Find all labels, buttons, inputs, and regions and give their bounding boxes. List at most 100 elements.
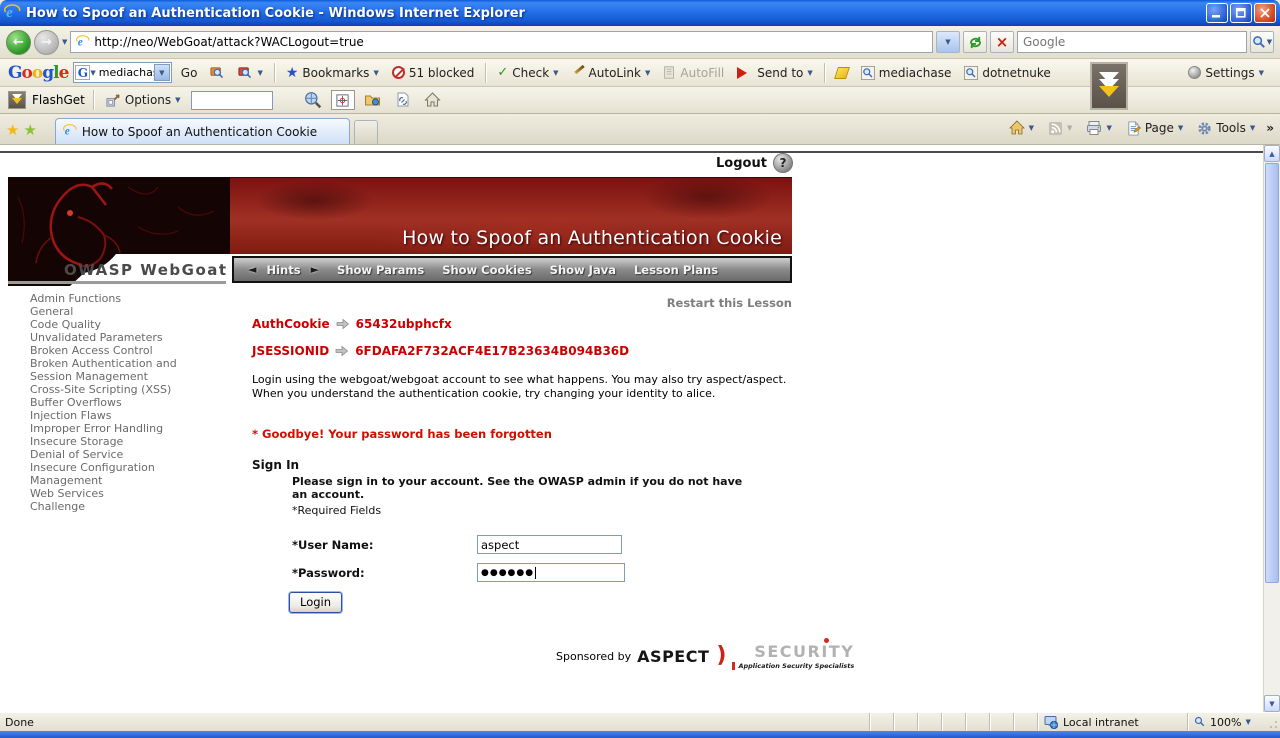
flashget-monitor-button[interactable]	[331, 90, 355, 110]
search-options-dropdown[interactable]: ▼	[1267, 38, 1272, 46]
menu-hints[interactable]: Hints	[266, 263, 300, 277]
search-web-button[interactable]	[206, 63, 229, 82]
sidebar-item-broken-access-control[interactable]: Broken Access Control	[30, 344, 200, 357]
feeds-button[interactable]: ▼	[1045, 119, 1075, 138]
flashget-home-button[interactable]	[421, 90, 445, 110]
sidebar-item-xss[interactable]: Cross-Site Scripting (XSS)	[30, 383, 200, 396]
history-dropdown[interactable]: ▼	[62, 38, 67, 46]
forward-arrow-icon: →	[41, 35, 52, 50]
highlight-button[interactable]	[832, 65, 852, 81]
vertical-scrollbar[interactable]: ▲ ▼	[1263, 145, 1280, 712]
sidebar-item-broken-authentication[interactable]: Broken Authentication and Session Manage…	[30, 357, 200, 383]
sidebar-item-improper-error-handling[interactable]: Improper Error Handling	[30, 422, 200, 435]
username-input[interactable]	[477, 535, 622, 554]
lesson-feedback-message: * Goodbye! Your password has been forgot…	[252, 427, 552, 441]
stop-button[interactable]: ×	[990, 31, 1014, 53]
minimize-button[interactable]	[1206, 3, 1228, 23]
autolink-label: AutoLink	[589, 66, 641, 80]
search-input[interactable]	[1023, 35, 1241, 49]
flashget-input[interactable]	[191, 91, 273, 110]
combo-arrow[interactable]: ▼	[154, 64, 170, 81]
scrollbar-track[interactable]	[1264, 584, 1280, 695]
chevron-down-icon: ▼	[1067, 124, 1072, 132]
sidebar-item-insecure-storage[interactable]: Insecure Storage	[30, 435, 200, 448]
close-button[interactable]	[1254, 3, 1276, 23]
menu-show-cookies[interactable]: Show Cookies	[442, 263, 531, 277]
zoom-control[interactable]: 100% ▼	[1187, 713, 1267, 731]
flashget-icon[interactable]	[8, 91, 26, 109]
arrow-right-icon	[336, 318, 350, 330]
menu-lesson-plans[interactable]: Lesson Plans	[634, 263, 718, 277]
sidebar-item-insecure-configuration[interactable]: Insecure Configuration Management	[30, 461, 200, 487]
google-search-combo[interactable]: G ▼ mediachase ▼	[73, 62, 171, 83]
maximize-button[interactable]	[1230, 3, 1252, 23]
logout-button[interactable]: Logout	[716, 156, 767, 171]
chevron-down-icon: ▼	[1106, 124, 1111, 132]
autolink-button[interactable]: AutoLink▼	[568, 64, 655, 82]
sidebar-item-code-quality[interactable]: Code Quality	[30, 318, 200, 331]
menu-show-params[interactable]: Show Params	[337, 263, 424, 277]
login-button[interactable]: Login	[289, 592, 342, 613]
next-hint-button[interactable]: ►	[311, 263, 319, 276]
flashget-download-icon[interactable]	[1090, 62, 1128, 110]
sidebar-item-challenge[interactable]: Challenge	[30, 500, 200, 513]
status-cell	[869, 713, 893, 731]
custom-search-mediachase[interactable]: mediachase	[857, 64, 956, 82]
prev-hint-button[interactable]: ◄	[248, 263, 256, 276]
autofill-button[interactable]: AutoFill	[659, 64, 728, 82]
add-favorite-button[interactable]: ★	[23, 121, 36, 139]
toolbar-overflow-chevron[interactable]: »	[1266, 121, 1274, 135]
password-input[interactable]: ●●●●●●	[477, 563, 625, 582]
home-button[interactable]: ▼	[1006, 118, 1037, 138]
chevron-shape	[1099, 86, 1119, 97]
flashget-label: FlashGet	[32, 93, 85, 107]
sidebar-item-general[interactable]: General	[30, 305, 200, 318]
refresh-button[interactable]	[963, 31, 987, 53]
favorites-center-button[interactable]: ★	[6, 121, 19, 139]
restart-lesson-link[interactable]: Restart this Lesson	[252, 296, 792, 310]
sidebar-item-web-services[interactable]: Web Services	[30, 487, 200, 500]
google-go-button[interactable]: Go	[177, 64, 202, 82]
bookmarks-button[interactable]: ★Bookmarks▼	[282, 63, 383, 83]
chevron-down-icon: ▼	[159, 69, 164, 77]
tools-label: Tools	[1216, 121, 1246, 135]
password-label: *Password:	[292, 566, 365, 580]
settings-button[interactable]: Settings▼	[1184, 64, 1268, 82]
flashget-sitelink-button[interactable]	[391, 90, 415, 110]
menu-show-java[interactable]: Show Java	[550, 263, 616, 277]
help-button[interactable]: ?	[773, 153, 793, 173]
tools-menu-button[interactable]: Tools▼	[1194, 119, 1258, 138]
custom-search-dotnetnuke[interactable]: dotnetnuke	[960, 64, 1054, 82]
flashget-options-button[interactable]: Options ▼	[102, 91, 185, 110]
spellcheck-button[interactable]: ✓Check▼	[493, 63, 562, 82]
bookmarks-label: Bookmarks	[302, 66, 369, 80]
sidebar-item-injection-flaws[interactable]: Injection Flaws	[30, 409, 200, 422]
address-bar[interactable]: e http://neo/WebGoat/attack?WACLogout=tr…	[70, 31, 933, 53]
mediachase-label: mediachase	[879, 66, 952, 80]
sidebar-item-buffer-overflows[interactable]: Buffer Overflows	[30, 396, 200, 409]
search-site-button[interactable]: ▼	[234, 63, 266, 82]
sidebar-item-denial-of-service[interactable]: Denial of Service	[30, 448, 200, 461]
highlighter-icon	[834, 67, 850, 79]
popup-blocked-icon	[392, 66, 405, 79]
sidebar-item-unvalidated-parameters[interactable]: Unvalidated Parameters	[30, 331, 200, 344]
page-menu-button[interactable]: Page▼	[1123, 119, 1186, 138]
back-button[interactable]: ←	[6, 30, 31, 55]
flashget-folder-button[interactable]	[361, 90, 385, 110]
sidebar-item-admin-functions[interactable]: Admin Functions	[30, 292, 200, 305]
address-dropdown-button[interactable]: ▼	[936, 31, 960, 53]
flashget-search-button[interactable]	[301, 90, 325, 110]
tab-active[interactable]: e How to Spoof an Authentication Cookie	[55, 118, 350, 144]
print-button[interactable]: ▼	[1083, 118, 1114, 138]
brand-underline	[8, 281, 226, 284]
new-tab-button[interactable]	[354, 120, 378, 144]
intranet-icon	[1044, 715, 1058, 729]
forward-button[interactable]: →	[34, 30, 59, 55]
lesson-title: How to Spoof an Authentication Cookie	[402, 227, 782, 249]
search-go-button[interactable]: ▼	[1250, 31, 1274, 53]
sendto-button[interactable]: Send to▼	[733, 64, 816, 82]
popup-blocker-button[interactable]: 51 blocked	[388, 64, 479, 82]
scrollbar-thumb[interactable]	[1265, 163, 1279, 583]
scroll-down-button[interactable]: ▼	[1264, 695, 1280, 712]
scroll-up-button[interactable]: ▲	[1264, 145, 1280, 162]
